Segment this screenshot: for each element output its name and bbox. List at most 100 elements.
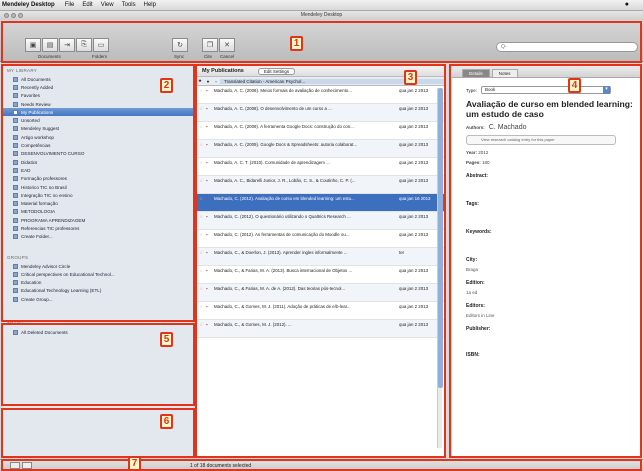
favorite-star-icon[interactable]: ☆ [196,196,206,202]
table-row[interactable]: ☆ ▪ Machado, C. (2012). As ferramentas de … [196,230,445,248]
keywords-label[interactable]: Keywords: [466,229,634,235]
table-row[interactable]: ☆ ▪ Machado, C. (2012). O questionário uti… [196,212,445,230]
table-row[interactable]: ☆ ▪ Machado, C., & Farias, M. A. de A. (20… [196,284,445,302]
app-menu[interactable]: Mendeley Desktop [2,2,55,8]
favorite-star-icon[interactable]: ☆ [196,214,206,220]
search-input[interactable]: Q- [496,42,638,52]
favorite-star-icon[interactable]: ☆ [196,232,206,238]
table-row[interactable]: ☆ ▪ Machado, C., & Doerlon, J. (2013). Apr… [196,248,445,266]
scrollbar-thumb[interactable] [438,88,443,388]
publisher-label[interactable]: Publisher: [466,326,634,332]
document-title[interactable]: Avaliação de curso em blended learning: … [466,99,634,119]
sidebar-item-group[interactable]: Mendeley Advisor Circle [3,262,193,270]
favorite-star-icon[interactable]: ☆ [196,160,206,166]
table-row[interactable]: ☆ ▪ Machado, A. C. (2009). A ferramenta Go… [196,122,445,140]
edit-settings-button[interactable]: Edit Settings [257,67,296,75]
isbn-label[interactable]: ISBN: [466,352,634,358]
pdf-icon: ▪ [206,304,208,309]
sidebar-item-library[interactable]: Needs Review [3,100,193,108]
toggle-details-button[interactable] [22,462,32,469]
table-row[interactable]: ☆ ▪ Machado, A. C. (2009). Google Docs & S… [196,140,445,158]
remove-folder-button[interactable]: ▭ [93,38,109,52]
read-column-header[interactable]: ● [204,79,212,84]
menu-file[interactable]: File [65,2,75,8]
tab-details[interactable]: Details [462,69,490,77]
menu-tools[interactable]: Tools [122,2,136,8]
favorite-star-icon[interactable]: ☆ [196,124,206,130]
menu-view[interactable]: View [101,2,114,8]
status-text: 1 of 18 documents selected [190,463,252,469]
new-folder-button[interactable]: ⇥ [59,38,75,52]
city-value[interactable]: Braga [466,267,634,272]
favorite-star-icon[interactable]: ☆ [196,106,206,112]
pages-value[interactable]: 180 [482,160,490,165]
system-icon[interactable]: ● [625,1,629,8]
table-row[interactable]: ☆ ▪ Machado, A. C., Bidarelli Junior, J. R… [196,176,445,194]
favorite-star-icon[interactable]: ☆ [196,268,206,274]
type-column-header[interactable]: ▫ [212,79,220,84]
sidebar-item-library[interactable]: Integração TIC no ensino [3,191,193,199]
sidebar-item-library[interactable]: Mendeley Suggest [3,125,193,133]
sidebar-item-library[interactable]: Material formação [3,199,193,207]
sidebar-item-group[interactable]: Create Group... [3,295,193,303]
list-scrollbar[interactable] [437,88,443,448]
zoom-window-button[interactable] [18,13,23,18]
year-value[interactable]: 2012 [478,150,488,155]
table-row[interactable]: ☆ ▪ Machado, C., & Gomes, M. J. (2011). Ad… [196,302,445,320]
editors-value[interactable]: Editors in Line [466,313,634,318]
table-row[interactable]: ☆ ▪ Machado, C., & Gomes, M. J. (2012). ..… [196,320,445,338]
sidebar-item-library[interactable]: Unsorted [3,116,193,124]
sidebar-item-group[interactable]: Critical perspectives on Educational Tec… [3,270,193,278]
toggle-sidebar-button[interactable] [10,462,20,469]
menu-help[interactable]: Help [144,2,156,8]
table-row[interactable]: ☆ ▪ Machado, A. C. T. (2010). Comunidade d… [196,158,445,176]
favorite-star-icon[interactable]: ☆ [196,322,206,328]
sidebar-item-library[interactable]: METODOLOGIA [3,208,193,216]
tags-label[interactable]: Tags: [466,201,634,207]
favorite-star-icon[interactable]: ☆ [196,88,206,94]
favorite-column-header[interactable]: ★ [196,78,204,84]
sidebar-item-library[interactable]: EAD [3,166,193,174]
toolbar-label-folders: Folders [92,54,108,59]
folder-icon [13,280,18,286]
close-window-button[interactable] [4,13,9,18]
sidebar-item-library[interactable]: Artigo workshop [3,133,193,141]
sidebar-item-group[interactable]: Educational Technology Learning (ETL) [3,287,193,295]
table-row[interactable]: ☆ ▪ Machado, C., & Farias, M. A. (2013). B… [196,266,445,284]
menu-edit[interactable]: Edit [82,2,92,8]
sidebar-item-library[interactable]: Historico TIC no Brasil [3,183,193,191]
sidebar-item-library[interactable]: Create Folder... [3,233,193,241]
author-value[interactable]: C. Machado [489,124,527,131]
abstract-label[interactable]: Abstract: [466,173,634,179]
type-label: Type: [466,87,478,93]
table-row[interactable]: ☆ ▪ Machado, A. C. (2008). Meios formais d… [196,86,445,104]
favorite-star-icon[interactable]: ☆ [196,250,206,256]
cancel-button[interactable]: ✕ [219,38,235,52]
catalog-entry-link[interactable]: View research catalog entry for this pap… [466,135,616,145]
sidebar-item-label: EAD [21,167,31,173]
sidebar-item-library[interactable]: DESENVOLVIMENTO CURSO [3,150,193,158]
cite-button[interactable]: ❐ [202,38,218,52]
sidebar-item-library[interactable]: Competências [3,141,193,149]
edition-value[interactable]: 1a ed [466,290,634,295]
type-select[interactable]: Book [481,86,612,94]
favorite-star-icon[interactable]: ☆ [196,178,206,184]
sidebar-item-library[interactable]: My Publications [3,108,193,117]
minimize-window-button[interactable] [11,13,16,18]
favorite-star-icon[interactable]: ☆ [196,286,206,292]
sidebar-item-group[interactable]: Education [3,279,193,287]
add-folder-menu-button[interactable]: ▤ [42,38,58,52]
sidebar-item-library[interactable]: Didatics [3,158,193,166]
sidebar-item-library[interactable]: PROGRAMA APRENDIZAGEM [3,216,193,224]
tab-notes[interactable]: Notes [491,69,518,77]
sidebar-item-library[interactable]: Formação professores [3,175,193,183]
add-document-button[interactable]: ▣ [25,38,41,52]
share-button[interactable]: ⎘ [76,38,92,52]
table-row[interactable]: ☆ ▪ Machado, A. C. (2008). O desenvolvimen… [196,104,445,122]
favorite-star-icon[interactable]: ☆ [196,304,206,310]
sync-button[interactable]: ↻ [172,38,188,52]
editors-label: Editors: [466,303,485,309]
table-row[interactable]: ☆ ▪ Machado, C. (2012). Avaliação de curso… [196,194,445,212]
sidebar-item-library[interactable]: Referencias TIC professores [3,224,193,232]
favorite-star-icon[interactable]: ☆ [196,142,206,148]
